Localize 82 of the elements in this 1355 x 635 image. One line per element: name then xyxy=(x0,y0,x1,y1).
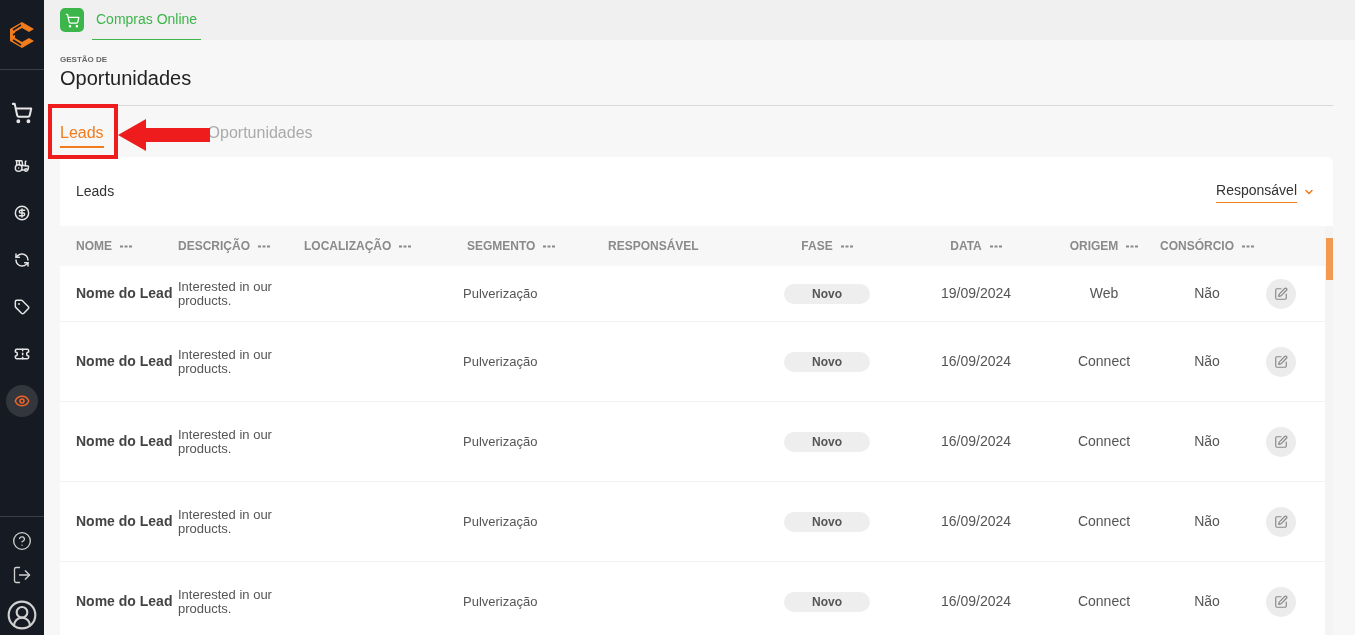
lead-name: Nome do Lead xyxy=(76,432,173,451)
segment-text: Pulverização xyxy=(463,352,538,371)
consortium-text: Não xyxy=(1194,592,1220,611)
tab[interactable]: Leads xyxy=(60,120,104,148)
segment-text: Pulverização xyxy=(463,284,538,303)
page-eyebrow: GESTÃO DE xyxy=(60,56,109,64)
edit-icon xyxy=(1274,434,1288,449)
column-header: LOCALIZAÇÃO xyxy=(304,237,392,255)
sort-icon[interactable] xyxy=(543,244,556,248)
date-text: 16/09/2024 xyxy=(940,432,1012,451)
sort-icon[interactable] xyxy=(1242,244,1254,248)
eye-icon xyxy=(14,393,30,409)
phase-badge: Novo xyxy=(784,511,870,532)
origin-text: Connect xyxy=(1077,352,1131,371)
dollar-icon xyxy=(14,205,30,221)
sort-icon[interactable] xyxy=(989,244,1002,248)
consortium-text: Não xyxy=(1194,512,1220,531)
origin-text: Connect xyxy=(1077,432,1131,451)
help-icon[interactable] xyxy=(12,531,32,551)
segment-text: Pulverização xyxy=(463,432,538,451)
phase-badge: Novo xyxy=(784,283,870,304)
sort-icon[interactable] xyxy=(1126,244,1139,248)
scrollbar[interactable] xyxy=(1325,226,1333,635)
tag-icon xyxy=(14,299,30,315)
lead-name: Nome do Lead xyxy=(76,284,173,303)
date-text: 16/09/2024 xyxy=(940,592,1012,611)
phase-badge: Novo xyxy=(784,431,870,452)
lead-name: Nome do Lead xyxy=(76,352,173,371)
sort-icon[interactable] xyxy=(120,244,132,248)
edit-icon xyxy=(1274,354,1288,369)
origin-text: Connect xyxy=(1077,592,1131,611)
cart-icon xyxy=(64,12,80,28)
date-text: 16/09/2024 xyxy=(940,352,1012,371)
column-header: NOME xyxy=(76,238,112,255)
lead-description: Interested in our products. xyxy=(178,587,273,616)
edit-icon xyxy=(1274,594,1288,609)
origin-text: Web xyxy=(1089,284,1119,303)
lead-description: Interested in our products. xyxy=(178,427,273,456)
edit-icon xyxy=(1274,514,1288,529)
column-header: DESCRIÇÃO xyxy=(178,237,250,255)
lead-description: Interested in our products. xyxy=(178,279,273,308)
lead-name: Nome do Lead xyxy=(76,592,173,611)
edit-button[interactable] xyxy=(1266,506,1296,537)
lead-name: Nome do Lead xyxy=(76,512,173,531)
cart-icon xyxy=(11,102,33,124)
consortium-text: Não xyxy=(1194,432,1220,451)
phase-badge: Novo xyxy=(784,591,870,612)
column-header: RESPONSÁVEL xyxy=(608,237,699,255)
sort-icon[interactable] xyxy=(399,244,412,248)
column-header: ORIGEM xyxy=(1069,238,1119,255)
edit-button[interactable] xyxy=(1266,278,1296,309)
date-text: 19/09/2024 xyxy=(940,284,1012,303)
edit-button[interactable] xyxy=(1266,346,1296,377)
column-header: DATA xyxy=(950,238,982,255)
app-tab[interactable]: Compras Online xyxy=(92,0,202,40)
segment-text: Pulverização xyxy=(463,512,538,531)
column-header: CONSÓRCIO xyxy=(1160,237,1234,255)
highlight-frame xyxy=(48,104,118,159)
phase-badge: Novo xyxy=(784,351,870,372)
arrow-icon xyxy=(118,119,210,151)
consortium-text: Não xyxy=(1194,284,1220,303)
ticket-icon xyxy=(14,346,30,362)
segment-text: Pulverização xyxy=(463,592,538,611)
consortium-text: Não xyxy=(1194,352,1220,371)
column-header: FASE xyxy=(801,238,833,255)
refresh-dollar-icon xyxy=(14,252,30,268)
lead-description: Interested in our products. xyxy=(178,347,273,376)
edit-button[interactable] xyxy=(1266,426,1296,457)
sort-icon[interactable] xyxy=(258,244,270,248)
lead-description: Interested in our products. xyxy=(178,507,273,536)
filter-dropdown[interactable]: Responsável xyxy=(1216,180,1315,203)
avatar-icon[interactable] xyxy=(6,599,38,631)
edit-icon xyxy=(1274,286,1288,301)
tractor-icon xyxy=(14,158,30,174)
logout-icon[interactable] xyxy=(12,565,32,585)
card-title: Leads xyxy=(76,182,115,201)
page-title: Oportunidades xyxy=(60,66,192,91)
sort-icon[interactable] xyxy=(840,244,853,248)
origin-text: Connect xyxy=(1077,512,1131,531)
edit-button[interactable] xyxy=(1266,586,1296,617)
date-text: 16/09/2024 xyxy=(940,512,1012,531)
column-header: SEGMENTO xyxy=(467,238,536,255)
